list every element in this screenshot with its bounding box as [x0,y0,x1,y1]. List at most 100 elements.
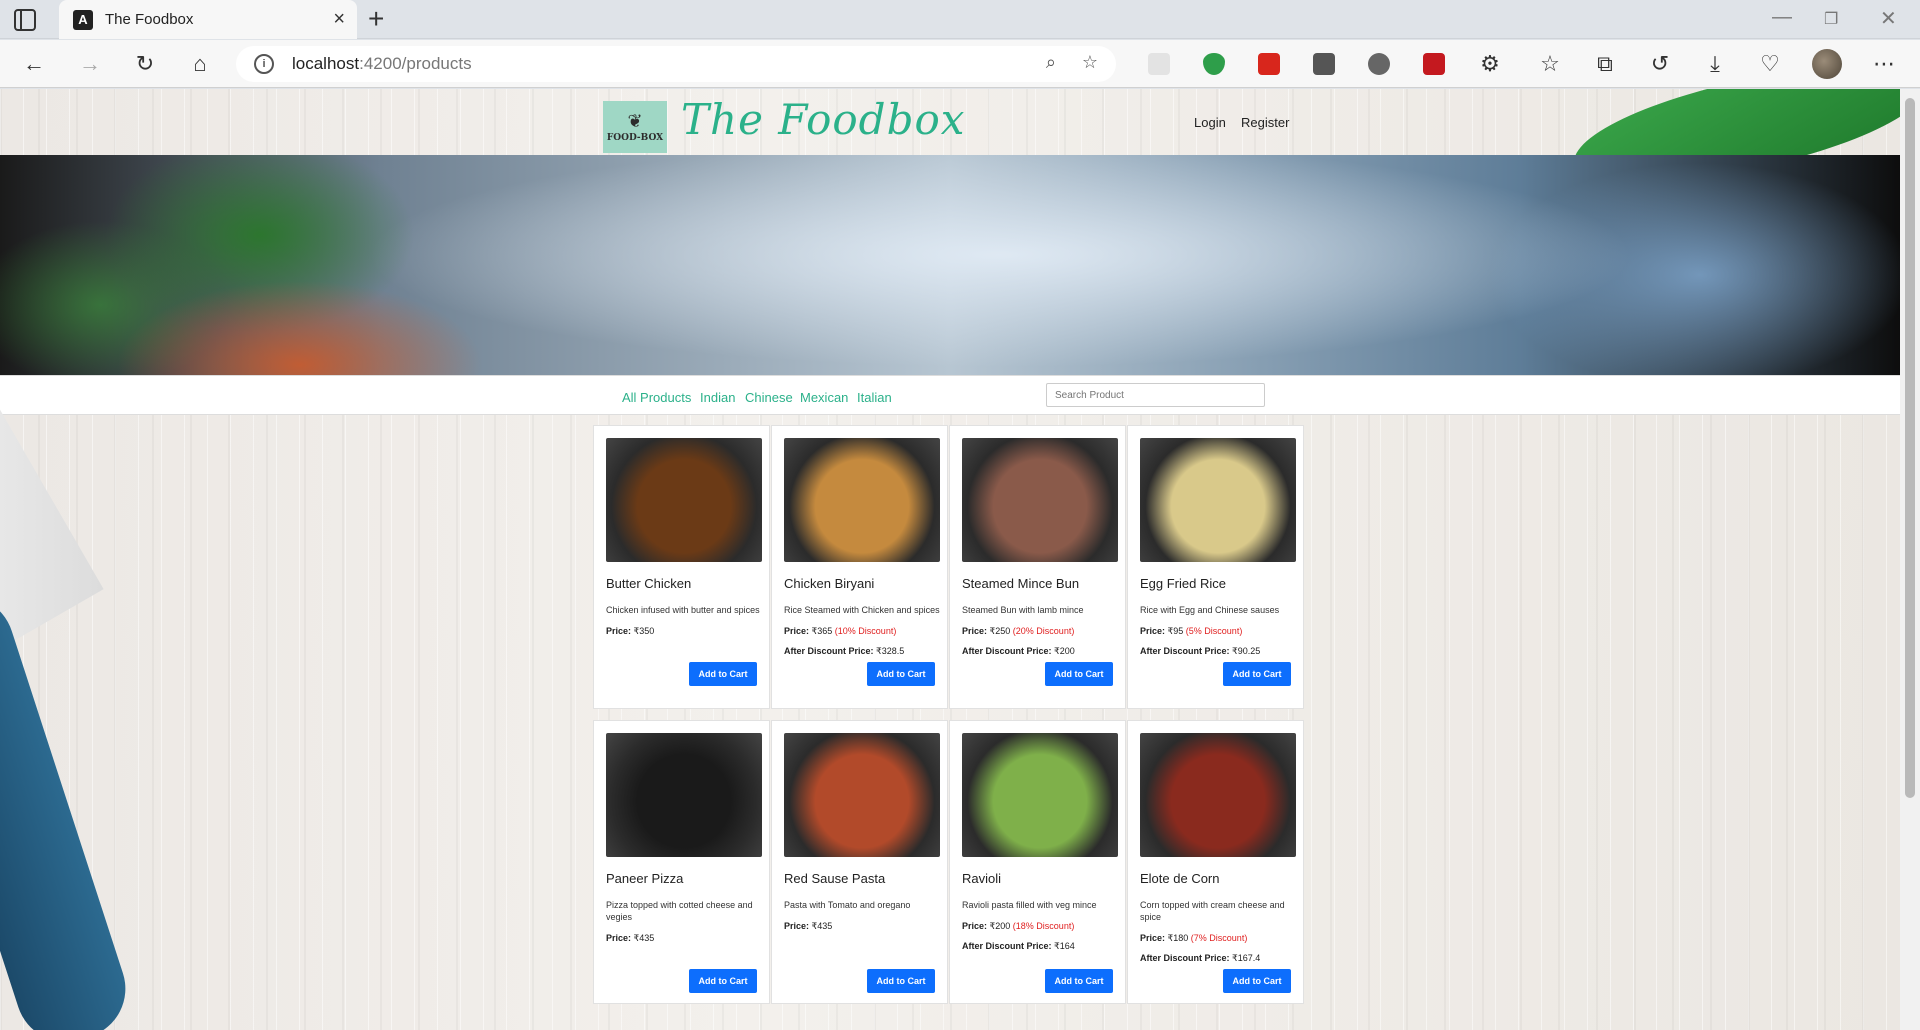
add-to-cart-button[interactable]: Add to Cart [1223,969,1291,993]
product-image[interactable] [1140,733,1296,857]
sidebar-toggle-icon[interactable] [14,9,36,31]
product-card: Elote de Corn Corn topped with cream che… [1127,720,1304,1004]
product-description: Steamed Bun with lamb mince [962,605,1084,615]
pdf-extension-icon[interactable] [1258,53,1280,75]
product-card: Steamed Mince Bun Steamed Bun with lamb … [949,425,1126,709]
filter-chinese[interactable]: Chinese [745,390,793,405]
add-to-cart-button[interactable]: Add to Cart [1045,662,1113,686]
product-card: Butter Chicken Chicken infused with butt… [593,425,770,709]
product-price: Price: ₹435 [606,933,655,943]
product-description: Ravioli pasta filled with veg mince [962,900,1097,910]
new-tab-icon[interactable]: + [368,5,384,33]
discount-label: (7% Discount) [1190,933,1248,943]
scrollbar-thumb[interactable] [1905,98,1915,798]
brand-title: The Foodbox [681,95,966,144]
url-text: localhost:4200/products [292,54,472,73]
add-to-cart-button[interactable]: Add to Cart [1223,662,1291,686]
product-image[interactable] [962,438,1118,562]
product-name: Paneer Pizza [606,871,684,886]
add-to-cart-button[interactable]: Add to Cart [867,969,935,993]
product-image[interactable] [1140,438,1296,562]
product-image[interactable] [784,438,940,562]
filter-indian[interactable]: Indian [700,390,735,405]
product-image[interactable] [962,733,1118,857]
performance-icon[interactable]: ♡ [1756,50,1784,78]
filter-all-products[interactable]: All Products [622,390,691,405]
product-description: Pizza topped with cotted cheese and vegi… [606,900,753,922]
product-price: Price: ₹365 (10% Discount) [784,626,897,636]
browser-tab[interactable]: A The Foodbox × [59,0,357,39]
favorites-icon[interactable]: ☆ [1536,50,1564,78]
close-tab-icon[interactable]: × [333,9,345,29]
back-icon[interactable]: ← [20,50,48,78]
collections-icon[interactable]: ⧉ [1591,50,1619,78]
page: ❦ FOOD-BOX The Foodbox Login Register Al… [0,89,1900,1030]
register-link[interactable]: Register [1241,115,1289,130]
add-favorite-icon[interactable]: ☆ [1082,52,1098,73]
filter-mexican[interactable]: Mexican [800,390,848,405]
product-price: Price: ₹180 (7% Discount) [1140,933,1248,943]
product-image[interactable] [606,438,762,562]
zoom-icon[interactable]: ⌕ [1046,52,1056,73]
product-price: Price: ₹95 (5% Discount) [1140,626,1243,636]
site-header: ❦ FOOD-BOX The Foodbox Login Register [0,89,1900,200]
more-menu-icon[interactable]: ⋯ [1870,50,1898,78]
after-discount-price: After Discount Price: ₹328.5 [784,646,905,656]
forward-icon[interactable]: → [76,50,104,78]
reload-icon[interactable]: ↻ [131,50,159,78]
tab-title: The Foodbox [105,11,194,28]
search-input[interactable] [1046,383,1265,407]
product-name: Steamed Mince Bun [962,576,1080,591]
site-info-icon[interactable]: i [254,54,274,74]
extensions-icon[interactable]: ⚙ [1476,50,1504,78]
product-card: Paneer Pizza Pizza topped with cotted ch… [593,720,770,1004]
restore-icon[interactable]: ❐ [1824,9,1838,29]
filter-italian[interactable]: Italian [857,390,892,405]
add-to-cart-button[interactable]: Add to Cart [689,662,757,686]
login-link[interactable]: Login [1194,115,1226,130]
window-close-icon[interactable]: ✕ [1880,6,1897,31]
product-description: Pasta with Tomato and oregano [784,900,911,910]
product-image[interactable] [784,733,940,857]
extension-icon[interactable] [1423,53,1445,75]
after-discount-price: After Discount Price: ₹167.4 [1140,953,1261,963]
shield-extension-icon[interactable] [1203,53,1225,75]
extension-icon[interactable] [1148,53,1170,75]
product-price: Price: ₹350 [606,626,655,636]
product-name: Chicken Biryani [784,576,875,591]
product-name: Ravioli [962,871,1002,886]
after-discount-price: After Discount Price: ₹164 [962,941,1075,951]
product-price: Price: ₹250 (20% Discount) [962,626,1075,636]
after-discount-price: After Discount Price: ₹200 [962,646,1075,656]
product-card: Red Sause Pasta Pasta with Tomato and or… [771,720,948,1004]
discount-label: (5% Discount) [1185,626,1243,636]
angular-icon: A [73,9,93,30]
add-to-cart-button[interactable]: Add to Cart [689,969,757,993]
add-to-cart-button[interactable]: Add to Cart [867,662,935,686]
product-card: Chicken Biryani Rice Steamed with Chicke… [771,425,948,709]
product-price: Price: ₹200 (18% Discount) [962,921,1075,931]
discount-label: (10% Discount) [834,626,897,636]
product-name: Elote de Corn [1140,871,1220,886]
history-icon[interactable]: ↺ [1646,50,1674,78]
product-name: Red Sause Pasta [784,871,886,886]
address-bar[interactable]: i localhost:4200/products ⌕ ☆ [236,46,1116,82]
extension-icon[interactable] [1368,53,1390,75]
product-card: Ravioli Ravioli pasta filled with veg mi… [949,720,1126,1004]
site-logo[interactable]: ❦ FOOD-BOX [603,101,667,153]
home-icon[interactable]: ⌂ [186,50,214,78]
product-card: Egg Fried Rice Rice with Egg and Chinese… [1127,425,1304,709]
extension-icon[interactable] [1313,53,1335,75]
product-description: Corn topped with cream cheese and spice [1140,900,1285,922]
download-icon[interactable]: ⤓ [1701,50,1729,78]
browser-navbar: ← → ↻ ⌂ i localhost:4200/products ⌕ ☆ ⚙ … [0,40,1920,88]
profile-avatar[interactable] [1812,49,1842,79]
filter-bar: All Products Indian Chinese Mexican Ital… [0,375,1900,415]
browser-tabbar: A The Foodbox × + — ❐ ✕ [0,0,1920,39]
product-price: Price: ₹435 [784,921,833,931]
product-description: Chicken infused with butter and spices [606,605,760,615]
add-to-cart-button[interactable]: Add to Cart [1045,969,1113,993]
product-name: Egg Fried Rice [1140,576,1226,591]
minimize-icon[interactable]: — [1772,6,1792,29]
product-image[interactable] [606,733,762,857]
